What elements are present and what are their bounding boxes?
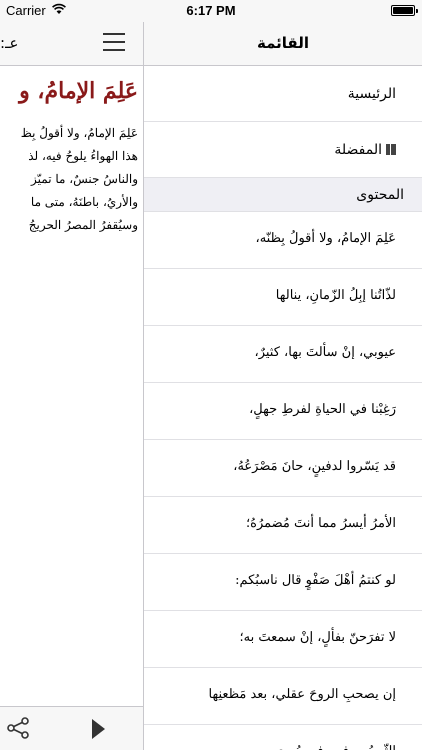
hamburger-menu-icon[interactable] (103, 33, 127, 53)
content-item-label: الأمرُ أيسرُ مما أنتَ مُضمرُهُ؛ (246, 516, 396, 531)
poem-line: والأريُ، باطنَهُ، متى ما (30, 195, 138, 209)
content-list-item[interactable]: قد يَسّروا لدفينٍ، حانَ مَصْرَعُهُ، (144, 440, 422, 497)
content-list-item[interactable]: رَغِبْنا في الحياةِ لفرطِ جهلٍ، (144, 383, 422, 440)
reader-nav-title: :عـ (0, 34, 19, 52)
poem-body: عَلِمَ الإمامُ، ولا أقولُ بِظ هذا الهواءُ… (0, 122, 138, 237)
sidebar-item-favorites[interactable]: المفضلة (144, 122, 422, 178)
sidebar-item-home[interactable]: الرئيسية (144, 66, 422, 122)
content-item-label: عَلِمَ الإمامُ، ولا أقولُ بِظنّه، (255, 231, 397, 246)
share-icon[interactable] (6, 716, 30, 740)
poem-line: وسيُقفرُ المصرُ الحريجُ (28, 218, 138, 232)
content-list: عَلِمَ الإمامُ، ولا أقولُ بِظنّه، لذّاتُن… (144, 212, 422, 750)
section-header-label: المحتوى (356, 187, 404, 203)
poem-line: والناسُ جنسٌ، ما تميّز (31, 172, 138, 186)
book-icon (386, 144, 396, 155)
content-list-item[interactable]: عَلِمَ الإمامُ، ولا أقولُ بِظنّه، (144, 212, 422, 269)
poem-line: عَلِمَ الإمامُ، ولا أقولُ بِظ (20, 126, 138, 140)
sidebar-nav-bar: القائمة (144, 22, 422, 66)
sidebar-menu: القائمة الرئيسية المفضلة المحتوى عَلِمَ … (143, 22, 422, 750)
favorites-label: المفضلة (334, 142, 382, 158)
reader-pane: :عـ عَلِمَ الإمامُ، و عَلِمَ الإمامُ، ول… (0, 22, 143, 750)
status-time: 6:17 PM (186, 3, 236, 18)
content-item-label: إن يصحبِ الروحَ عقلي، بعد مَظعنِها (208, 687, 396, 702)
status-bar: Carrier 6:17 PM (0, 0, 422, 22)
content-item-label: لذّاتُنا إبِلُ الزّمانِ، ينالها (275, 288, 396, 303)
content-list-item[interactable]: الثّوبُ... فيه، فهو يُهوى... (144, 725, 422, 750)
content-list-item[interactable]: لذّاتُنا إبِلُ الزّمانِ، ينالها (144, 269, 422, 326)
content-list-item[interactable]: الأمرُ أيسرُ مما أنتَ مُضمرُهُ؛ (144, 497, 422, 554)
play-icon[interactable] (92, 719, 105, 739)
poem-line: هذا الهواءُ يلوحُ فيه، لذ (28, 149, 138, 163)
content-list-item[interactable]: لا تفرَحنّ بفألٍ، إنْ سمعتَ به؛ (144, 611, 422, 668)
content-list-item[interactable]: عيوبي، إنْ سألتَ بها، كثيرٌ، (144, 326, 422, 383)
poem-heading: عَلِمَ الإمامُ، و (19, 78, 138, 104)
section-header-content: المحتوى (144, 178, 422, 212)
content-item-label: عيوبي، إنْ سألتَ بها، كثيرٌ، (254, 345, 396, 360)
battery-icon (391, 5, 418, 16)
sidebar-title: القائمة (257, 34, 309, 52)
content-item-label: رَغِبْنا في الحياةِ لفرطِ جهلٍ، (249, 402, 396, 417)
sidebar-item-label: الرئيسية (347, 86, 396, 102)
content-item-label: لا تفرَحنّ بفألٍ، إنْ سمعتَ به؛ (239, 630, 397, 645)
content-item-label: الثّوبُ... فيه، فهو يُهوى... (262, 744, 396, 750)
sidebar-item-label: المفضلة (334, 142, 396, 158)
content-item-label: قد يَسّروا لدفينٍ، حانَ مَصْرَعُهُ، (233, 459, 396, 474)
content-item-label: لو كنتمُ أهْلَ صَفْوٍ قال ناسبُكم: (235, 573, 396, 588)
reader-nav-bar: :عـ (0, 22, 143, 66)
content-list-item[interactable]: إن يصحبِ الروحَ عقلي، بعد مَظعنِها (144, 668, 422, 725)
content-list-item[interactable]: لو كنتمُ أهْلَ صَفْوٍ قال ناسبُكم: (144, 554, 422, 611)
reader-toolbar (0, 706, 143, 750)
